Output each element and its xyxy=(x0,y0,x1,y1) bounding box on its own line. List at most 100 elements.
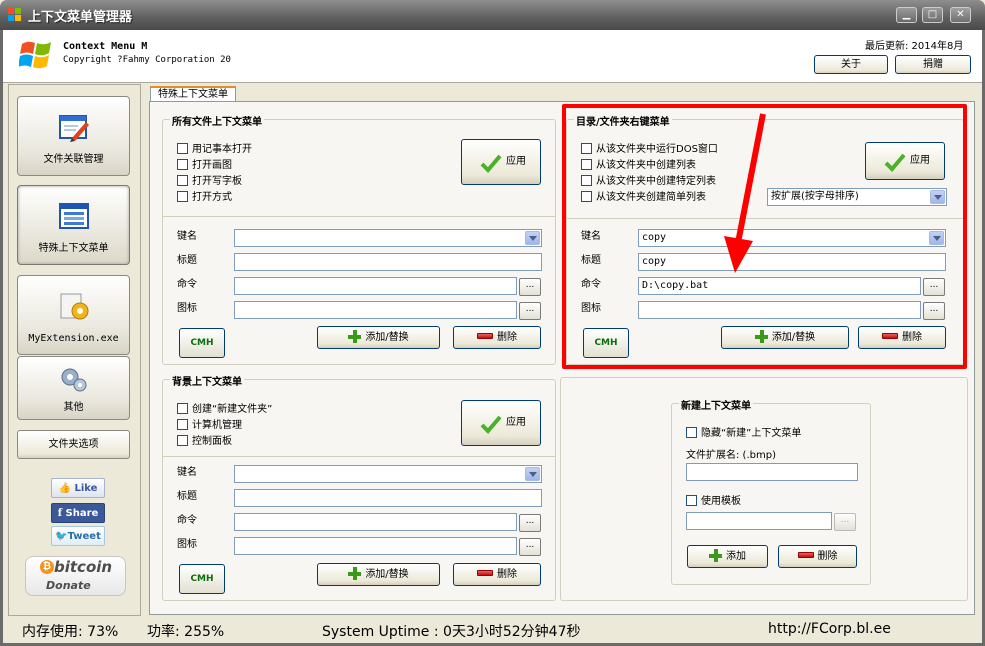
option-open-with[interactable]: 打开方式 xyxy=(177,188,232,203)
option-paint[interactable]: 打开画图 xyxy=(177,156,232,171)
command-label: 命令 xyxy=(177,515,197,526)
chevron-down-icon[interactable] xyxy=(525,231,540,245)
add-replace-button[interactable]: 添加/替换 xyxy=(317,563,440,586)
checkbox[interactable] xyxy=(686,495,697,506)
apply-label: 应用 xyxy=(506,156,526,167)
delete-label: 删除 xyxy=(497,332,517,343)
sidebar-item-myextension[interactable]: MyExtension.exe xyxy=(17,275,130,355)
option-control-panel[interactable]: 控制面板 xyxy=(177,432,232,447)
key-select[interactable] xyxy=(234,229,542,247)
sidebar-item-label: 特殊上下文菜单 xyxy=(38,243,109,254)
add-button[interactable]: 添加 xyxy=(687,545,768,568)
title-input[interactable] xyxy=(234,489,542,507)
donate-button[interactable]: 捐赠 xyxy=(895,55,971,74)
command-label: 命令 xyxy=(177,279,197,290)
cmh-button[interactable]: CMH xyxy=(179,564,225,594)
facebook-like-button[interactable]: 👍 Like xyxy=(51,478,105,498)
option-wordpad[interactable]: 打开写字板 xyxy=(177,172,242,187)
system-uptime: System Uptime : 0天3小时52分钟47秒 xyxy=(322,624,581,640)
apply-label: 应用 xyxy=(506,417,526,428)
option-use-template[interactable]: 使用模板 xyxy=(686,492,741,507)
checkbox[interactable] xyxy=(177,191,188,202)
sidebar-item-special-menu[interactable]: 特殊上下文菜单 xyxy=(17,185,130,265)
minimize-button[interactable]: ▁ xyxy=(896,7,917,23)
checkbox[interactable] xyxy=(686,427,697,438)
share-label: Share xyxy=(65,508,99,519)
checkbox[interactable] xyxy=(177,419,188,430)
checkbox[interactable] xyxy=(177,159,188,170)
option-computer-management[interactable]: 计算机管理 xyxy=(177,416,242,431)
key-select[interactable] xyxy=(234,465,542,483)
pencil-window-icon xyxy=(59,115,89,142)
command-input[interactable] xyxy=(234,513,517,531)
icon-input[interactable] xyxy=(234,537,517,555)
plus-icon xyxy=(709,549,722,562)
checkbox[interactable] xyxy=(177,143,188,154)
status-bar: 内存使用: 73% 功率: 255% System Uptime : 0天3小时… xyxy=(3,617,982,643)
window-title: 上下文菜单管理器 xyxy=(28,10,133,25)
thumbs-up-icon: 👍 xyxy=(58,483,71,494)
copyright: Copyright ?Fahmy Corporation 20 xyxy=(63,55,231,65)
windows-logo-icon xyxy=(19,41,51,69)
memory-usage: 内存使用: 73% xyxy=(22,624,119,640)
browse-icon-button[interactable]: ... xyxy=(519,538,541,556)
power-level: 功率: 255% xyxy=(147,624,225,640)
add-label: 添加/替换 xyxy=(365,569,409,580)
gears-icon xyxy=(61,368,87,392)
group-title: 背景上下文菜单 xyxy=(170,373,244,388)
bitcoin-label: bitcoin xyxy=(54,558,113,576)
option-new-folder[interactable]: 创建“新建文件夹” xyxy=(177,400,272,415)
new-menu-group: 新建上下文菜单 隐藏“新建”上下文菜单 文件扩展名: (.bmp) 使用模板 .… xyxy=(671,397,871,585)
facebook-share-button[interactable]: f Share xyxy=(51,503,105,523)
about-button[interactable]: 关于 xyxy=(814,55,888,74)
add-replace-button[interactable]: 添加/替换 xyxy=(317,326,440,349)
icon-label: 图标 xyxy=(177,303,197,314)
folder-options-button[interactable]: 文件夹选项 xyxy=(17,430,130,459)
option-hide-new[interactable]: 隐藏“新建”上下文菜单 xyxy=(686,424,801,439)
tab-special-menu[interactable]: 特殊上下文菜单 xyxy=(150,86,236,102)
apply-button[interactable]: 应用 xyxy=(461,139,541,185)
sidebar-item-label: 文件关联管理 xyxy=(43,154,104,165)
sidebar-item-other[interactable]: 其他 xyxy=(17,356,130,420)
gear-document-icon xyxy=(60,293,89,320)
browse-template-button[interactable]: ... xyxy=(834,513,856,531)
tweet-button[interactable]: 🐦Tweet xyxy=(51,526,105,546)
checkbox[interactable] xyxy=(177,435,188,446)
checkbox[interactable] xyxy=(177,175,188,186)
group-title: 新建上下文菜单 xyxy=(679,397,753,412)
like-label: Like xyxy=(74,483,98,494)
last-updated: 最后更新: 2014年8月 xyxy=(865,41,964,52)
bitcoin-donate-button[interactable]: ₿ bitcoin Donate xyxy=(25,556,126,596)
checkmark-icon xyxy=(480,415,502,434)
donate-label: Donate xyxy=(46,579,91,592)
cmh-button[interactable]: CMH xyxy=(179,328,225,358)
option-notepad[interactable]: 用记事本打开 xyxy=(177,140,252,155)
option-label: 打开写字板 xyxy=(192,176,242,187)
maximize-button[interactable]: □ xyxy=(922,7,943,23)
browse-command-button[interactable]: ... xyxy=(519,278,541,296)
command-input[interactable] xyxy=(234,277,517,295)
header: Context Menu M Copyright ?Fahmy Corporat… xyxy=(3,30,982,82)
option-label: 打开画图 xyxy=(192,160,232,171)
delete-button[interactable]: 删除 xyxy=(778,545,857,568)
option-label: 计算机管理 xyxy=(192,420,242,431)
title-input[interactable] xyxy=(234,253,542,271)
facebook-icon: f xyxy=(57,508,63,519)
website-link[interactable]: http://FCorp.bl.ee xyxy=(768,621,891,637)
extension-input[interactable] xyxy=(686,463,858,481)
plus-icon xyxy=(348,567,362,580)
title-label: 标题 xyxy=(177,491,197,502)
template-input[interactable] xyxy=(686,512,832,530)
close-button[interactable]: ✕ xyxy=(950,7,971,23)
browse-command-button[interactable]: ... xyxy=(519,514,541,532)
apply-button[interactable]: 应用 xyxy=(461,400,541,446)
delete-button[interactable]: 删除 xyxy=(453,563,541,586)
icon-input[interactable] xyxy=(234,301,517,319)
checkbox[interactable] xyxy=(177,403,188,414)
bitcoin-icon: ₿ xyxy=(40,560,54,574)
browse-icon-button[interactable]: ... xyxy=(519,302,541,320)
delete-button[interactable]: 删除 xyxy=(453,326,541,349)
chevron-down-icon[interactable] xyxy=(525,467,540,481)
sidebar-item-file-association[interactable]: 文件关联管理 xyxy=(17,96,130,176)
sidebar-item-label: 其他 xyxy=(63,402,84,413)
